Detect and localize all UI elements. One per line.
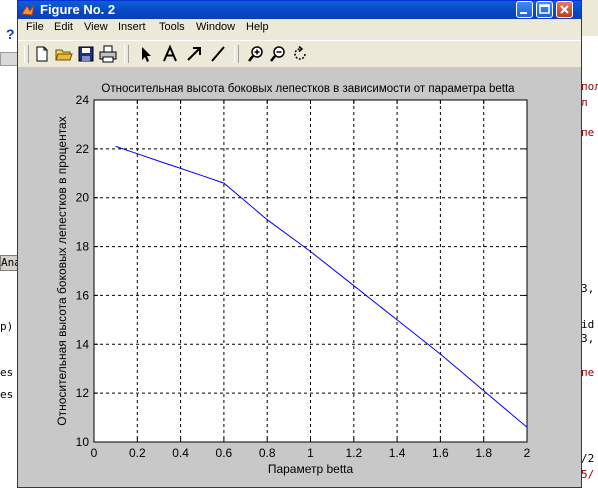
x-tick-label: 0.8 [259, 446, 276, 460]
toolbar-separator [234, 45, 239, 63]
background-text: 3, [581, 282, 595, 295]
menu-window[interactable]: Window [196, 21, 235, 33]
y-tick-label: 18 [76, 240, 90, 254]
x-tick-label: 1.8 [475, 446, 492, 460]
chart: Относительная высота боковых лепестков в… [55, 83, 531, 476]
arrow-insert-icon[interactable] [184, 44, 204, 64]
background-text: p) [0, 320, 14, 333]
title-bar[interactable]: Figure No. 2 [18, 1, 581, 19]
x-axis-label: Параметр betta [268, 462, 354, 476]
background-text: /2 [581, 452, 595, 465]
menu-help[interactable]: Help [246, 21, 269, 33]
menu-file[interactable]: File [26, 21, 44, 33]
background-toolbar-strip [0, 52, 18, 66]
toolbar-grip[interactable] [24, 45, 29, 63]
y-tick-label: 24 [76, 93, 90, 107]
y-tick-label: 14 [76, 337, 90, 351]
x-tick-label: 0.4 [172, 446, 189, 460]
arrow-select-icon[interactable] [136, 44, 156, 64]
y-tick-label: 10 [76, 435, 90, 449]
maximize-button[interactable] [536, 1, 553, 18]
y-axis-label: Относительная высота боковых лепестков в… [55, 116, 69, 425]
save-icon[interactable] [76, 44, 96, 64]
toolbar-separator [124, 45, 129, 63]
background-text: пол [581, 80, 598, 93]
menu-edit[interactable]: Edit [54, 21, 73, 33]
background-tab[interactable]: Ana [0, 255, 18, 271]
menu-view[interactable]: View [84, 21, 108, 33]
x-tick-label: 1.6 [432, 446, 449, 460]
maximize-icon [539, 4, 550, 14]
minimize-icon [520, 12, 527, 14]
x-tick-label: 0 [91, 446, 98, 460]
zoom-in-icon[interactable] [246, 44, 266, 64]
x-tick-label: 2 [524, 446, 531, 460]
chart-title: Относительная высота боковых лепестков в… [101, 83, 515, 95]
x-tick-label: 0.6 [216, 446, 233, 460]
y-tick-label: 20 [76, 191, 90, 205]
y-tick-label: 22 [76, 142, 90, 156]
x-tick-label: 1.4 [389, 446, 406, 460]
open-folder-icon[interactable] [54, 44, 74, 64]
minimize-button[interactable] [516, 1, 533, 18]
background-text: 3, [581, 332, 595, 345]
x-tick-label: 0.2 [129, 446, 146, 460]
toolbar [18, 40, 581, 69]
background-text: пе [581, 366, 595, 379]
background-text: es [0, 388, 14, 401]
matlab-logo-icon [21, 4, 35, 16]
x-tick-label: 1 [307, 446, 314, 460]
close-button[interactable] [556, 1, 573, 18]
y-tick-label: 16 [76, 288, 90, 302]
y-tick-label: 12 [76, 386, 90, 400]
menu-insert[interactable]: Insert [118, 21, 146, 33]
print-icon[interactable] [98, 44, 118, 64]
window-title: Figure No. 2 [40, 2, 116, 17]
figure-canvas: Относительная высота боковых лепестков в… [18, 67, 581, 487]
x-tick-label: 1.2 [345, 446, 362, 460]
close-icon [560, 5, 569, 14]
zoom-out-icon[interactable] [268, 44, 288, 64]
background-text: пе [581, 126, 595, 139]
menu-bar: File Edit View Insert Tools Window Help [18, 19, 581, 38]
text-insert-icon[interactable] [160, 44, 180, 64]
background-text: 5/ [581, 468, 595, 481]
menu-tools[interactable]: Tools [159, 21, 185, 33]
line-insert-icon[interactable] [208, 44, 228, 64]
help-icon[interactable]: ? [6, 26, 15, 42]
rotate-3d-icon[interactable] [290, 44, 310, 64]
figure-window: Figure No. 2 File Edit View Insert Tools… [17, 0, 582, 488]
background-text: id [581, 318, 595, 331]
background-text: es [0, 366, 14, 379]
new-file-icon[interactable] [32, 44, 52, 64]
